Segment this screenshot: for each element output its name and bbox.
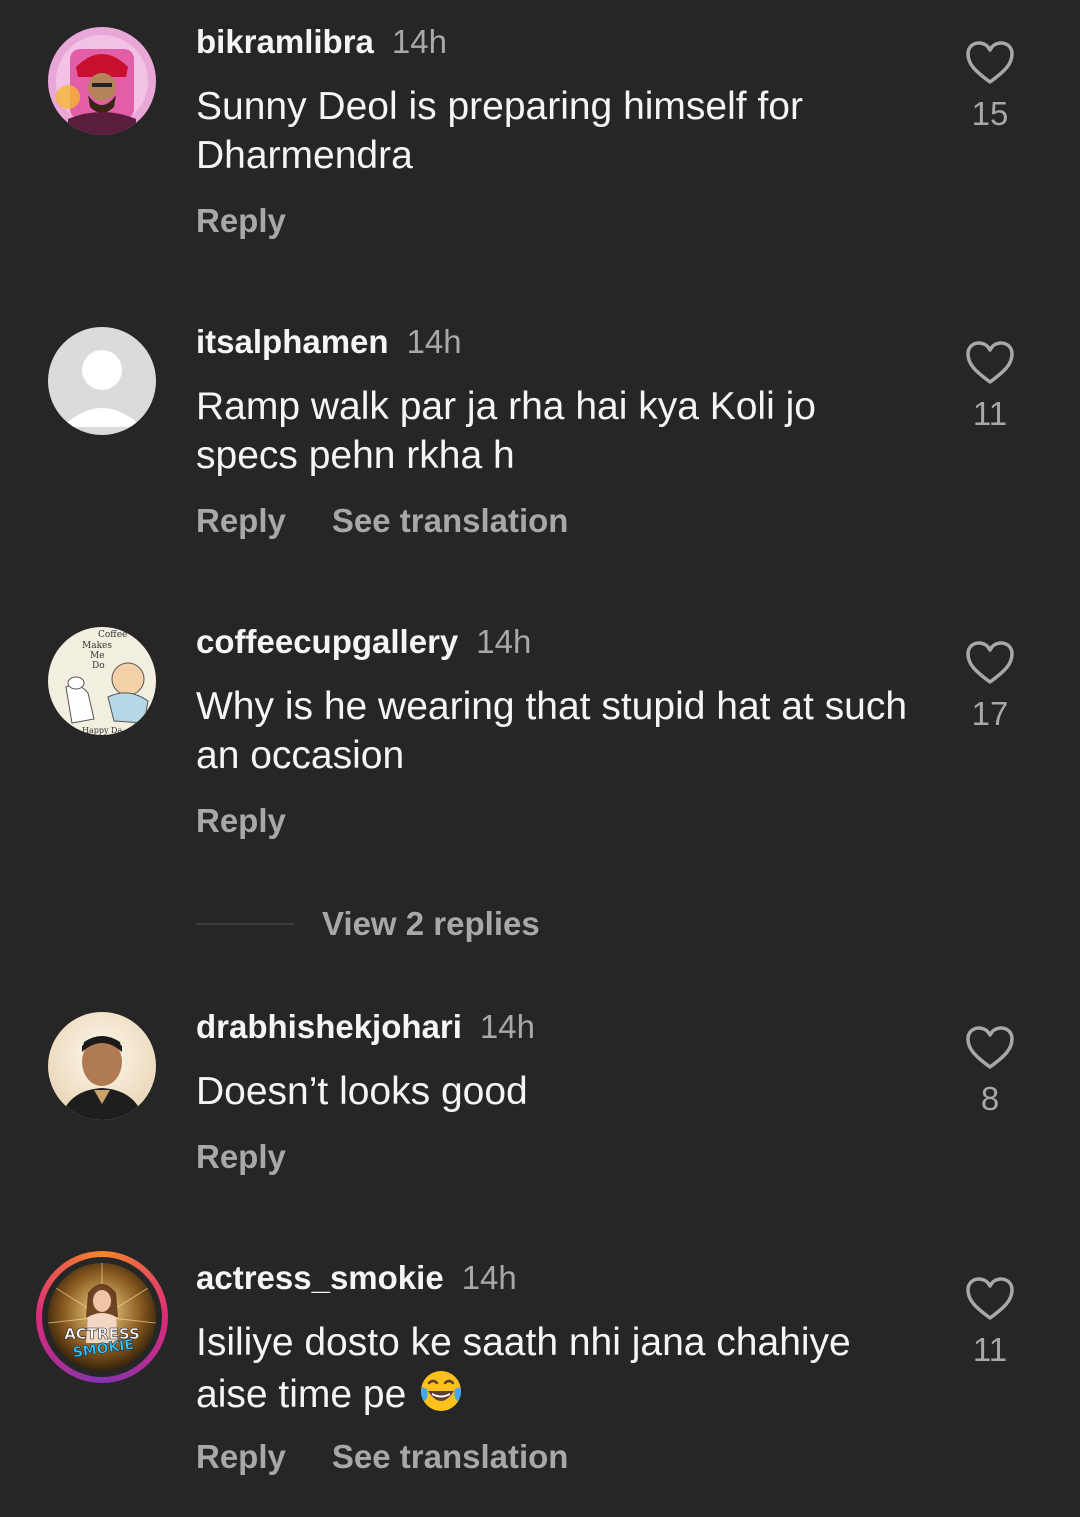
divider	[196, 923, 294, 925]
avatar[interactable]	[48, 1012, 156, 1120]
comment-text: Isiliye dosto ke saath nhi jana chahiye …	[196, 1318, 916, 1419]
heart-icon[interactable]	[965, 40, 1015, 86]
comment-timestamp: 14h	[391, 23, 447, 60]
comment-timestamp: 14h	[476, 623, 532, 660]
comment-text: Sunny Deol is preparing himself for Dhar…	[196, 85, 803, 177]
avatar[interactable]	[48, 27, 156, 135]
comment-text: Doesn’t looks good	[196, 1070, 528, 1113]
avatar: ACTRESS SMOKIE	[48, 1263, 156, 1371]
avatar[interactable]: Coffee Makes Me Do Happy Da	[48, 627, 156, 735]
avatar-logo-text: Do	[92, 661, 105, 671]
see-translation-button[interactable]: See translation	[332, 501, 569, 541]
comment-username[interactable]: bikramlibra	[196, 23, 374, 60]
reply-button[interactable]: Reply	[196, 801, 286, 841]
comment-timestamp: 14h	[479, 1008, 535, 1045]
view-replies-button[interactable]: View 2 replies	[196, 904, 540, 944]
avatar-logo-text: Me	[90, 651, 105, 661]
reply-button[interactable]: Reply	[196, 501, 286, 541]
like-count: 11	[972, 1331, 1008, 1368]
like-count: 8	[980, 1080, 1000, 1117]
avatar-image: Coffee Makes Me Do Happy Da	[48, 627, 156, 735]
like-count: 15	[971, 95, 1009, 132]
default-avatar-icon	[48, 327, 156, 435]
avatar-image	[48, 27, 156, 135]
avatar[interactable]	[48, 327, 156, 435]
reply-button[interactable]: Reply	[196, 1137, 286, 1177]
comment-text: Ramp walk par ja rha hai kya Koli jo spe…	[196, 385, 816, 477]
comment-text-body: Isiliye dosto ke saath nhi jana chahiye …	[196, 1321, 851, 1416]
comment-username[interactable]: itsalphamen	[196, 323, 389, 360]
comment-timestamp: 14h	[406, 323, 462, 360]
avatar-image	[48, 1012, 156, 1120]
comment-text: Why is he wearing that stupid hat at suc…	[196, 685, 908, 777]
avatar-logo-text: Happy Da	[82, 726, 122, 735]
avatar-logo-text: Coffee	[98, 630, 127, 640]
heart-icon[interactable]	[965, 1276, 1015, 1322]
see-translation-button[interactable]: See translation	[332, 1437, 569, 1477]
heart-icon[interactable]	[965, 640, 1015, 686]
comment-timestamp: 14h	[461, 1259, 517, 1296]
reply-button[interactable]: Reply	[196, 201, 286, 241]
like-count: 17	[971, 695, 1009, 732]
face-with-tears-of-joy-icon	[421, 1371, 462, 1411]
like-count: 11	[972, 395, 1008, 432]
heart-icon[interactable]	[965, 340, 1015, 386]
comment-username[interactable]: coffeecupgallery	[196, 623, 458, 660]
comment-username[interactable]: drabhishekjohari	[196, 1008, 462, 1045]
heart-icon[interactable]	[965, 1025, 1015, 1071]
avatar-story-ring[interactable]: ACTRESS SMOKIE	[36, 1251, 168, 1383]
view-replies-label[interactable]: View 2 replies	[322, 905, 540, 942]
comment-username[interactable]: actress_smokie	[196, 1259, 444, 1296]
avatar-logo-text: Makes	[82, 641, 112, 651]
avatar-image: ACTRESS SMOKIE	[48, 1263, 156, 1371]
reply-button[interactable]: Reply	[196, 1437, 286, 1477]
